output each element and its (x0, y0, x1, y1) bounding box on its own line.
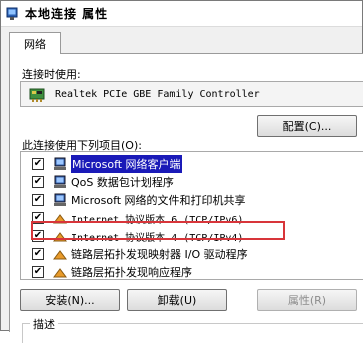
list-item-label: QoS 数据包计划程序 (71, 176, 174, 189)
list-item-label: Internet 协议版本 6 (TCP/IPv6) (71, 214, 244, 226)
tab-label: 网络 (24, 37, 46, 51)
protocol-icon (52, 228, 68, 244)
list-item[interactable]: ✔ 链路层拓扑发现映射器 I/O 驱动程序 (21, 245, 363, 263)
list-item[interactable]: ✔ Microsoft 网络客户端 (21, 155, 363, 173)
components-list[interactable]: ✔ Microsoft 网络客户端 ✔ QoS 数据包计划程序 ✔ Micros… (20, 151, 363, 280)
protocol-icon (52, 246, 68, 262)
adapter-name: Realtek PCIe GBE Family Controller (55, 88, 260, 100)
list-item[interactable]: ✔ Microsoft 网络的文件和打印机共享 (21, 191, 363, 209)
list-item-label: Internet 协议版本 4 (TCP/IPv4) (71, 232, 244, 244)
list-item[interactable]: ✔ QoS 数据包计划程序 (21, 173, 363, 191)
title-bar: 本地连接 属性 (1, 1, 362, 27)
checkbox[interactable]: ✔ (32, 230, 44, 242)
description-label: 描述 (30, 316, 58, 332)
list-item[interactable]: ✔ Internet 协议版本 4 (TCP/IPv4) (21, 227, 363, 245)
list-item-label: 链路层拓扑发现响应程序 (71, 266, 192, 279)
description-group (22, 323, 363, 343)
list-item-label: Microsoft 网络客户端 (71, 155, 182, 173)
checkbox[interactable]: ✔ (32, 248, 44, 260)
file-printer-sharing-icon (52, 192, 68, 208)
list-item-label: Microsoft 网络的文件和打印机共享 (71, 194, 246, 207)
adapter-box: Realtek PCIe GBE Family Controller (20, 81, 363, 107)
qos-icon (52, 174, 68, 190)
network-connection-icon (5, 7, 19, 21)
configure-button[interactable]: 配置(C)... (257, 115, 357, 137)
list-item-label: 链路层拓扑发现映射器 I/O 驱动程序 (71, 248, 248, 261)
checkbox[interactable]: ✔ (32, 176, 44, 188)
checkbox[interactable]: ✔ (32, 194, 44, 206)
properties-dialog: 本地连接 属性 网络 连接时使用: Realtek PCIe GBE Famil… (0, 0, 363, 343)
network-client-icon (52, 156, 68, 172)
checkbox[interactable]: ✔ (32, 266, 44, 278)
list-item[interactable]: ✔ 链路层拓扑发现响应程序 (21, 263, 363, 279)
tab-network[interactable]: 网络 (9, 32, 61, 54)
uninstall-button[interactable]: 卸载(U) (127, 289, 227, 311)
properties-button[interactable]: 属性(R) (257, 289, 357, 311)
network-adapter-icon (29, 85, 47, 103)
list-item[interactable]: ✔ Internet 协议版本 6 (TCP/IPv6) (21, 209, 363, 227)
connect-using-label: 连接时使用: (22, 68, 81, 81)
protocol-icon (52, 264, 68, 279)
checkbox[interactable]: ✔ (32, 158, 44, 170)
protocol-icon (52, 210, 68, 226)
window-title: 本地连接 属性 (25, 7, 109, 21)
checkbox[interactable]: ✔ (32, 212, 44, 224)
install-button[interactable]: 安装(N)... (20, 289, 120, 311)
